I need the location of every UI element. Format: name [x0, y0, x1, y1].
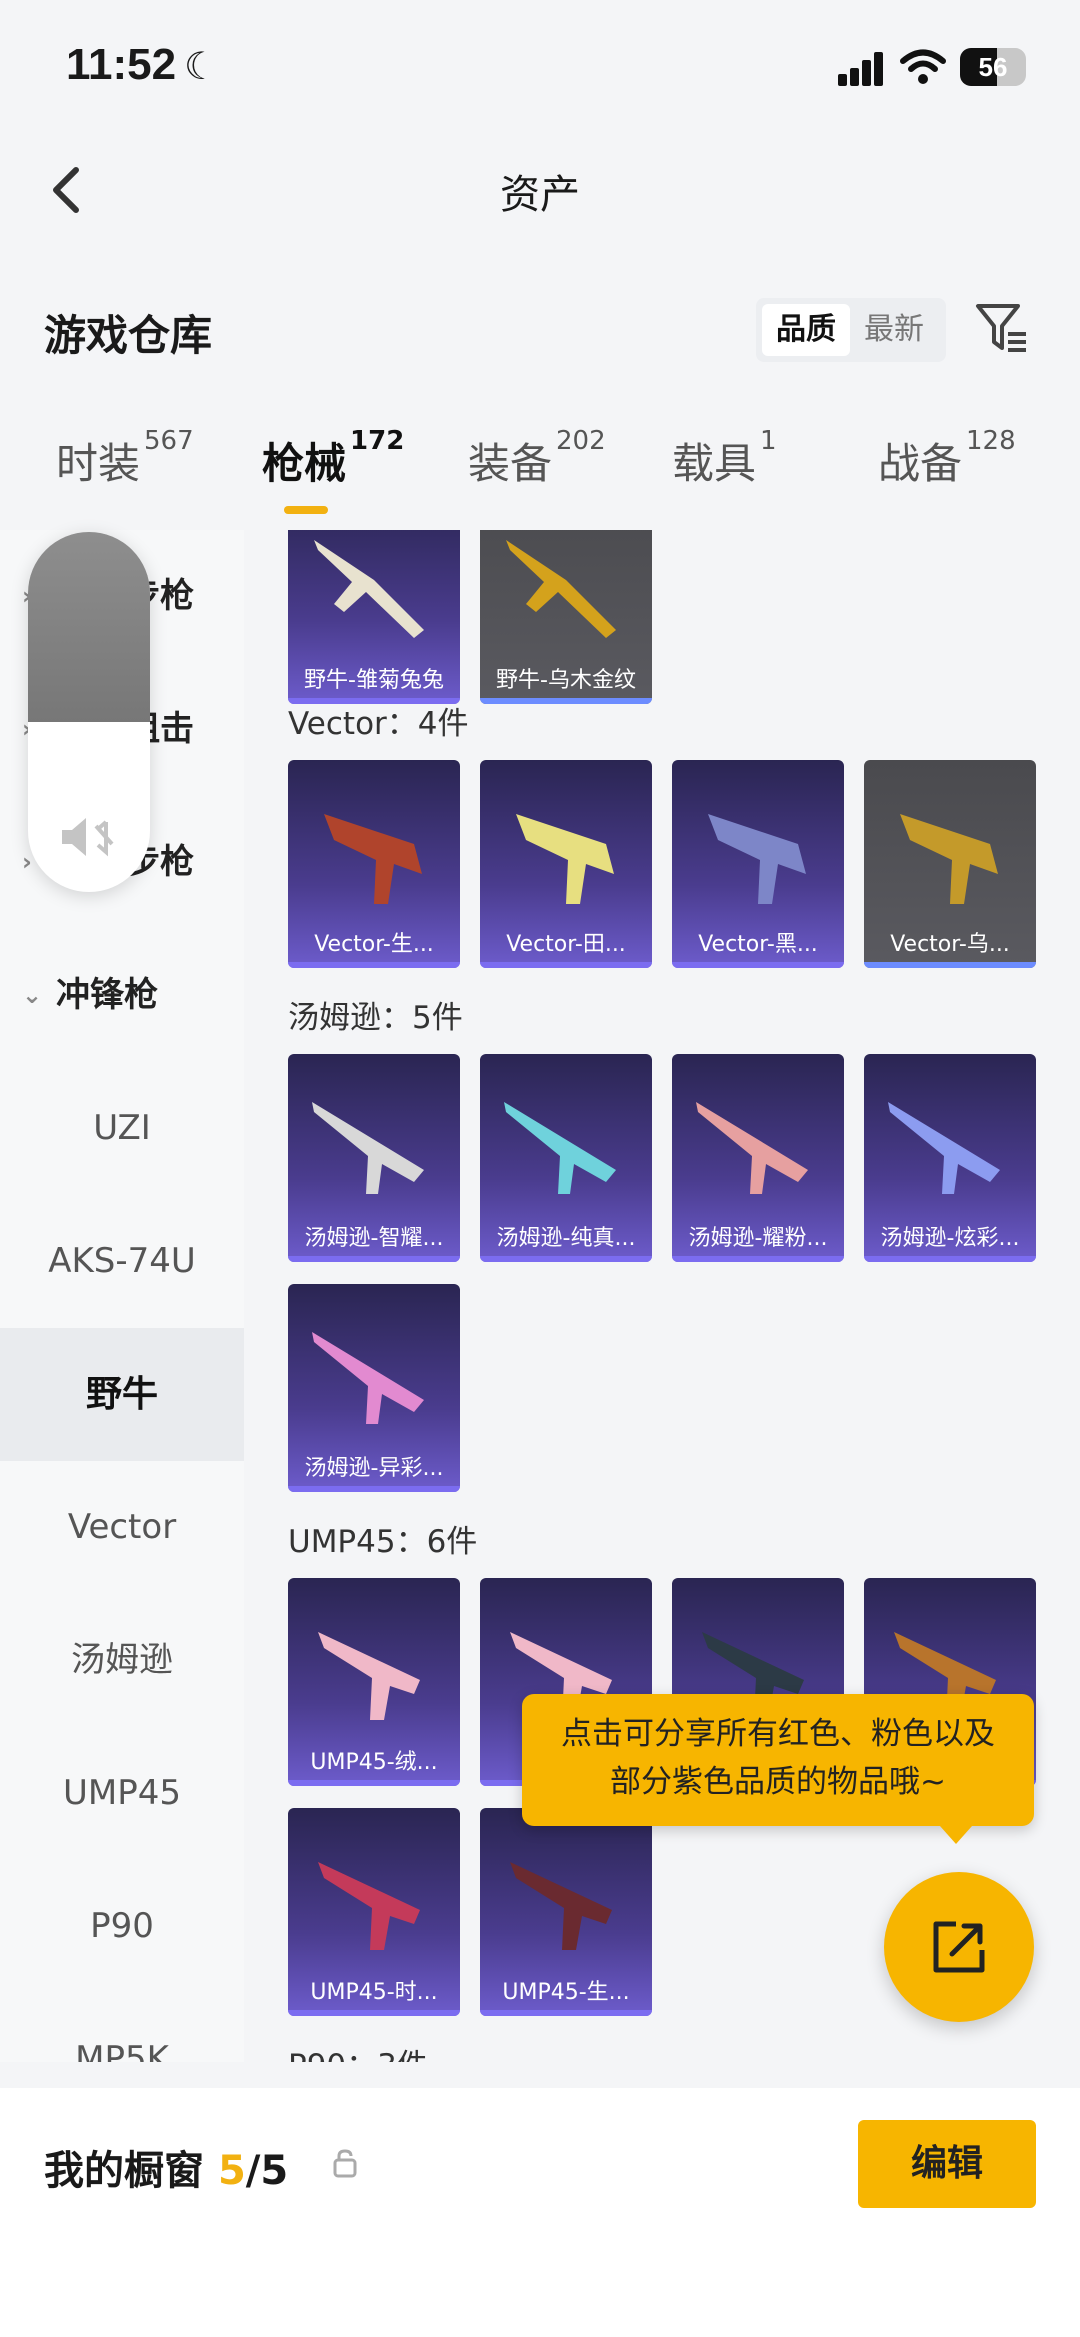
item-card[interactable]: UMP45-时...: [288, 1808, 460, 2016]
item-card[interactable]: UMP45-生...: [480, 1808, 652, 2016]
sort-option-quality[interactable]: 品质: [762, 304, 850, 356]
item-name: Vector-生...: [314, 932, 434, 957]
gun-image: [318, 1862, 420, 1950]
gun-image: [324, 814, 422, 904]
sidebar-item-uzi[interactable]: UZI: [0, 1062, 244, 1195]
showcase-label: 我的橱窗 5/5: [44, 2148, 289, 2194]
gun-image: [312, 1332, 424, 1424]
item-card[interactable]: UMP45-绒...: [288, 1578, 460, 1786]
tab-outfits[interactable]: 时装 567: [56, 426, 194, 491]
gun-image: [900, 814, 998, 904]
tab-equipment[interactable]: 装备 202: [468, 426, 606, 491]
gun-image: [506, 540, 616, 638]
sidebar-item-mp5k[interactable]: MP5K: [0, 1993, 244, 2062]
sidebar-group-smg[interactable]: ⌄ 冲锋枪: [0, 929, 244, 1062]
moon-icon: ☾: [184, 44, 219, 88]
share-icon: [933, 1921, 985, 1973]
active-tab-indicator: [284, 506, 328, 514]
category-tabs: 时装 567 枪械 172 装备 202 载具 1 战备 128: [0, 426, 1080, 530]
volume-overlay[interactable]: [28, 532, 150, 892]
item-card[interactable]: 汤姆逊-炫彩...: [864, 1054, 1036, 1262]
gun-image: [516, 814, 614, 904]
section-header: 游戏仓库 品质 最新: [0, 280, 1080, 380]
gun-image: [696, 1102, 808, 1194]
gun-image: [708, 814, 806, 904]
item-card[interactable]: 汤姆逊-异彩...: [288, 1284, 460, 1492]
tooltip-line-2: 部分紫色品质的物品哦~: [610, 1764, 946, 1800]
item-name: Vector-田...: [506, 932, 626, 957]
gun-image: [318, 1632, 420, 1720]
item-name: UMP45-生...: [502, 1980, 630, 2005]
tab-supplies[interactable]: 战备 128: [878, 426, 1016, 491]
item-card[interactable]: 野牛-雏菊兔兔: [288, 530, 460, 704]
item-card[interactable]: 汤姆逊-耀粉...: [672, 1054, 844, 1262]
item-name: Vector-黑...: [698, 932, 818, 957]
share-button[interactable]: [884, 1872, 1034, 2022]
sidebar-item-p90[interactable]: P90: [0, 1860, 244, 1993]
wifi-icon: [900, 49, 946, 84]
status-bar: 11:52 ☾ 56: [0, 0, 1080, 130]
gun-image: [888, 1102, 1000, 1194]
item-card[interactable]: 汤姆逊-纯真...: [480, 1054, 652, 1262]
share-tooltip: 点击可分享所有红色、粉色以及 部分紫色品质的物品哦~: [522, 1694, 1034, 1844]
gun-image: [504, 1102, 616, 1194]
item-name: 野牛-乌木金纹: [496, 668, 636, 693]
sidebar-item-thompson[interactable]: 汤姆逊: [0, 1594, 244, 1727]
item-card[interactable]: Vector-田...: [480, 760, 652, 968]
sort-option-newest[interactable]: 最新: [850, 304, 938, 356]
edit-button[interactable]: 编辑: [858, 2120, 1036, 2208]
status-time: 11:52: [66, 40, 177, 89]
sidebar-item-bizon[interactable]: 野牛: [0, 1328, 244, 1461]
tab-guns[interactable]: 枪械 172: [262, 426, 404, 491]
battery-percent: 56: [978, 52, 1008, 82]
item-name: Vector-乌...: [890, 932, 1010, 957]
item-name: 汤姆逊-耀粉...: [688, 1226, 828, 1251]
item-card[interactable]: Vector-乌...: [864, 760, 1036, 968]
group-title-ump45: UMP45：6件: [288, 1524, 478, 1560]
item-card[interactable]: 野牛-乌木金纹: [480, 530, 652, 704]
item-name: 汤姆逊-炫彩...: [880, 1226, 1020, 1251]
battery-icon: 56: [960, 48, 1026, 86]
section-title: 游戏仓库: [44, 311, 213, 360]
group-title-vector: Vector：4件: [288, 706, 469, 742]
item-name: UMP45-时...: [310, 1980, 438, 2005]
item-name: 野牛-雏菊兔兔: [304, 668, 444, 693]
item-name: UMP45-绒...: [310, 1750, 438, 1775]
item-card[interactable]: Vector-黑...: [672, 760, 844, 968]
group-title-p90: P90：3件: [288, 2040, 428, 2062]
showcase-count-current: 5: [217, 2148, 246, 2194]
showcase-bar: 我的橱窗 5/5 编辑: [0, 2088, 1080, 2337]
sidebar-item-ump45[interactable]: UMP45: [0, 1727, 244, 1860]
gun-image: [510, 1862, 612, 1950]
speaker-muted-icon: [62, 818, 114, 857]
showcase-count-total: 5: [260, 2148, 289, 2194]
sidebar-item-aks74u[interactable]: AKS-74U: [0, 1195, 244, 1328]
sort-toggle[interactable]: 品质 最新: [756, 298, 946, 362]
item-name: 汤姆逊-异彩...: [304, 1456, 444, 1481]
signal-icon: [838, 52, 886, 86]
page-title: 资产: [500, 172, 580, 218]
item-name: 汤姆逊-智耀...: [304, 1226, 444, 1251]
sidebar-item-vector[interactable]: Vector: [0, 1461, 244, 1594]
gun-image: [312, 1102, 424, 1194]
nav-bar: 资产: [0, 130, 1080, 250]
item-card[interactable]: 汤姆逊-智耀...: [288, 1054, 460, 1262]
tab-vehicles[interactable]: 载具 1: [672, 426, 777, 491]
filter-icon[interactable]: [972, 298, 1032, 358]
volume-level: [28, 532, 150, 722]
group-title-thompson: 汤姆逊：5件: [288, 1000, 463, 1036]
gun-image: [314, 540, 424, 638]
lock-icon: [333, 2149, 357, 2178]
item-card[interactable]: Vector-生...: [288, 760, 460, 968]
tooltip-line-1: 点击可分享所有红色、粉色以及: [561, 1716, 995, 1752]
item-name: 汤姆逊-纯真...: [496, 1226, 636, 1251]
